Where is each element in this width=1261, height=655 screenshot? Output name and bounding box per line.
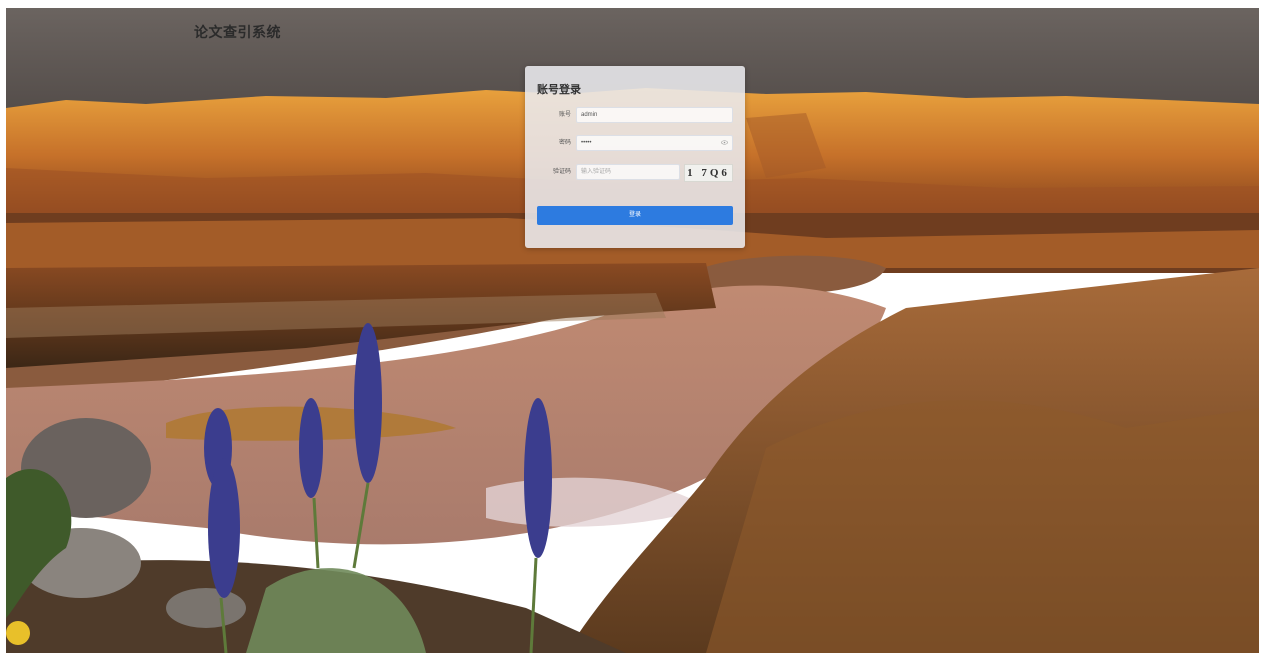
- captcha-image[interactable]: 1 7Q6: [684, 164, 733, 182]
- account-input[interactable]: admin: [576, 107, 733, 123]
- landscape-background: 论文查引系统 账号登录 账号 admin 密码 ••••• 验证码 输入验证码 …: [6, 8, 1259, 653]
- password-label: 密码: [558, 140, 571, 146]
- account-label: 账号: [558, 112, 571, 118]
- password-input[interactable]: •••••: [576, 135, 733, 151]
- login-button[interactable]: 登录: [537, 206, 733, 225]
- account-row: 账号 admin: [525, 107, 745, 123]
- password-row: 密码 •••••: [525, 135, 745, 151]
- password-mask: •••••: [581, 140, 592, 146]
- login-heading: 账号登录: [537, 84, 581, 96]
- captcha-label: 验证码: [552, 169, 571, 175]
- captcha-input[interactable]: 输入验证码: [576, 164, 680, 180]
- app-title: 论文查引系统: [194, 24, 281, 40]
- captcha-row: 验证码 输入验证码 1 7Q6: [525, 164, 745, 182]
- eye-icon[interactable]: [721, 140, 728, 145]
- login-card: 账号登录 账号 admin 密码 ••••• 验证码 输入验证码 1 7Q6 登…: [525, 66, 745, 248]
